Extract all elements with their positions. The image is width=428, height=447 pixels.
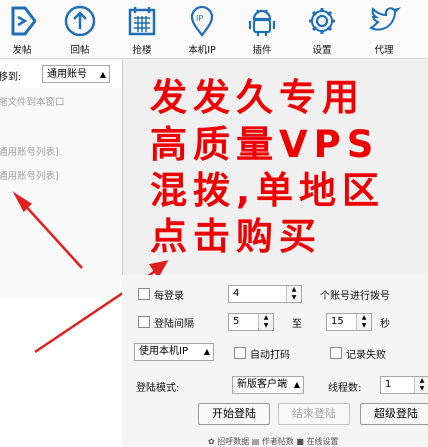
- interval-to-stepper[interactable]: 15 ▲ ▼: [326, 313, 372, 331]
- login-interval-label: 登陆间隔: [154, 319, 194, 330]
- status-bar: ✿ 招呼数据 ▤ 作者帖数 ■ 在线设置: [122, 436, 428, 447]
- login-mode-value: 新版客户端: [237, 379, 287, 390]
- drag-hint: 拖文件到本窗口: [0, 97, 65, 108]
- calendar-grid-icon: [128, 7, 156, 36]
- post-icon: [11, 6, 37, 36]
- every-login-label: 每登录: [154, 291, 184, 302]
- ip-mode-select[interactable]: 使用本机IP ▲: [134, 343, 214, 361]
- move-to-label: 移到:: [0, 72, 22, 83]
- grab-floor-button[interactable]: 抢楼: [120, 2, 164, 56]
- dial-label: 个账号进行拨号: [320, 291, 390, 302]
- toolbar: 发帖 回帖 抢楼 IP 本机IP 插件 设置 代理: [0, 0, 428, 59]
- auto-captcha-checkbox[interactable]: [234, 347, 246, 359]
- seconds-label: 秒: [380, 319, 390, 330]
- every-login-checkbox[interactable]: [138, 288, 150, 300]
- stepper-arrows-icon[interactable]: ▲ ▼: [356, 314, 371, 330]
- auto-captcha-label: 自动打码: [250, 350, 290, 361]
- threads-stepper[interactable]: 1 ▲ ▼: [380, 376, 428, 394]
- stepper-arrows-icon[interactable]: ▲ ▼: [258, 314, 273, 330]
- ip-location-icon: IP: [190, 5, 214, 37]
- account-panel: 移到: 通用账号 ▲ 拖文件到本窗口 通用账号列表]. 通用账号列表]: [0, 60, 123, 447]
- to-label: 至: [292, 319, 302, 330]
- record-failure-checkbox[interactable]: [330, 347, 342, 359]
- promo-line-4: 点击购买: [150, 215, 322, 258]
- login-settings: 每登录 4 ▲ ▼ 个账号进行拨号 登陆间隔 5 ▲ ▼ 至 15 ▲ ▼ 秒 使用本…: [122, 275, 428, 447]
- android-robot-icon: [248, 9, 276, 36]
- settings-label: 设置: [312, 45, 332, 56]
- super-login-button[interactable]: 超级登陆: [360, 403, 428, 425]
- account-list[interactable]: 拖文件到本窗口 通用账号列表]. 通用账号列表]: [0, 88, 122, 298]
- post-label: 发帖: [12, 45, 32, 56]
- promo-line-3: 混拨,单地区: [150, 169, 386, 212]
- list-hint-2: 通用账号列表]: [0, 171, 59, 182]
- interval-from-stepper[interactable]: 5 ▲ ▼: [228, 313, 274, 331]
- every-login-stepper[interactable]: 4 ▲ ▼: [228, 285, 302, 303]
- chevron-up-icon: ▲: [203, 347, 210, 356]
- local-ip-button[interactable]: IP 本机IP: [180, 2, 224, 56]
- threads-label: 线程数:: [328, 383, 362, 394]
- chevron-up-icon: ▲: [293, 380, 300, 389]
- ip-mode-value: 使用本机IP: [139, 346, 188, 357]
- gear-icon: [309, 8, 335, 34]
- proxy-label: 代理: [374, 45, 394, 56]
- account-type-select[interactable]: 通用账号 ▲: [42, 65, 110, 83]
- login-mode-label: 登陆模式:: [136, 383, 180, 394]
- login-mode-select[interactable]: 新版客户端 ▲: [232, 376, 304, 394]
- reply-button[interactable]: 回帖: [58, 2, 102, 56]
- proxy-button[interactable]: 代理: [362, 2, 406, 56]
- upload-circle-icon: [64, 5, 96, 37]
- start-login-button[interactable]: 开始登陆: [198, 403, 270, 425]
- plugin-button[interactable]: 插件: [240, 2, 284, 56]
- promo-line-1: 发发久专用: [150, 76, 365, 119]
- status-text: ✿ 招呼数据 ▤ 作者帖数 ■ 在线设置: [208, 437, 339, 446]
- promo-line-2: 高质量VPS: [150, 123, 380, 166]
- arrow-head-up-right: [148, 260, 169, 279]
- svg-text:IP: IP: [196, 14, 203, 23]
- local-ip-label: 本机IP: [188, 45, 216, 56]
- interval-to-value: 15: [331, 316, 344, 327]
- post-button[interactable]: 发帖: [0, 2, 44, 56]
- stepper-arrows-icon[interactable]: ▲ ▼: [414, 377, 428, 393]
- settings-button[interactable]: 设置: [300, 2, 344, 56]
- grab-floor-label: 抢楼: [132, 45, 152, 56]
- stepper-arrows-icon[interactable]: ▲ ▼: [286, 286, 301, 302]
- threads-value: 1: [385, 379, 392, 390]
- every-login-value: 4: [233, 288, 240, 299]
- chevron-up-icon: ▲: [99, 70, 106, 79]
- twitter-bird-icon: [369, 7, 401, 31]
- stop-login-button[interactable]: 结束登陆: [278, 403, 350, 425]
- record-failure-label: 记录失败: [346, 350, 386, 361]
- plugin-label: 插件: [252, 45, 272, 56]
- login-interval-checkbox[interactable]: [138, 316, 150, 328]
- list-hint: 通用账号列表].: [0, 147, 62, 158]
- account-type-value: 通用账号: [47, 69, 87, 80]
- reply-label: 回帖: [70, 45, 90, 56]
- interval-from-value: 5: [233, 316, 240, 327]
